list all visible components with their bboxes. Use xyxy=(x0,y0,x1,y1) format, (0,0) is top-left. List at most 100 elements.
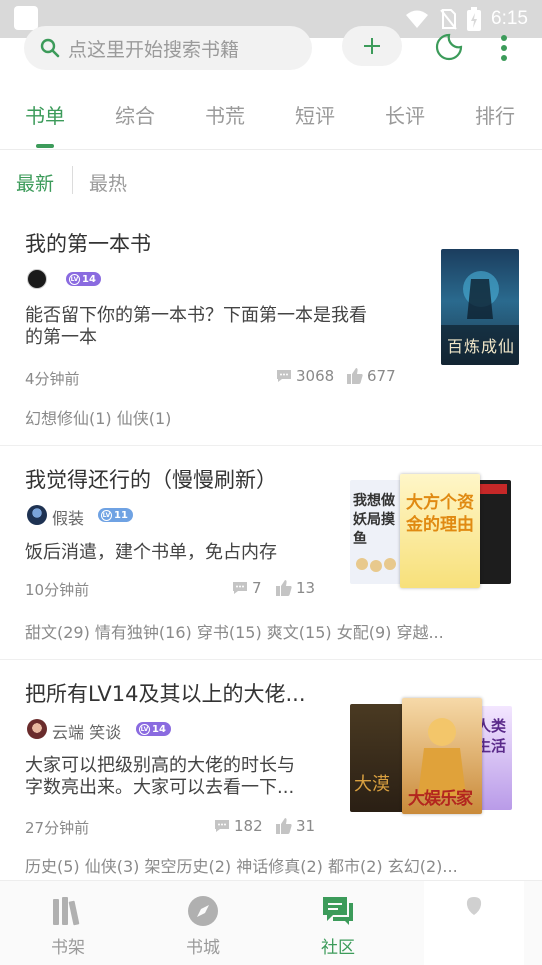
cover-title: 我想做妖局摸鱼 xyxy=(353,493,395,547)
comment-count[interactable]: 3068 xyxy=(276,367,334,385)
comment-icon xyxy=(233,582,247,594)
like-count-value: 31 xyxy=(296,817,316,835)
moon-icon xyxy=(435,33,463,61)
nav-bookstore-label: 书城 xyxy=(186,938,220,958)
nav-bookshelf-label: 书架 xyxy=(51,938,85,958)
thumbs-up-icon xyxy=(276,818,292,834)
comment-count[interactable]: 7 xyxy=(232,579,262,597)
avatar xyxy=(27,269,47,289)
add-button[interactable] xyxy=(342,26,402,66)
level-icon: LV xyxy=(69,273,80,285)
avatar xyxy=(27,719,47,739)
compass-icon xyxy=(188,896,218,926)
book-cover[interactable]: 百炼成仙 xyxy=(441,249,519,365)
booklist-title: 我的第一本书 xyxy=(25,232,151,256)
level-icon: LV xyxy=(101,509,112,521)
comment-count-value: 7 xyxy=(252,579,262,597)
post-time: 10分钟前 xyxy=(25,581,90,599)
status-icons: 6:15 xyxy=(405,5,528,33)
tab-book-shortage[interactable]: 书荒 xyxy=(205,100,245,129)
tab-booklist[interactable]: 书单 xyxy=(25,100,65,129)
comment-count-value: 3068 xyxy=(296,367,335,385)
level-value: 11 xyxy=(114,509,128,521)
book-cover[interactable]: 我想做妖局摸鱼 xyxy=(350,480,406,584)
plus-icon xyxy=(364,38,380,54)
search-placeholder: 点这里开始搜索书籍 xyxy=(68,38,240,61)
like-count-value: 677 xyxy=(367,367,396,385)
author-name: 假装 xyxy=(52,509,85,528)
battery-icon xyxy=(467,7,482,31)
filter-newest[interactable]: 最新 xyxy=(16,169,54,196)
tab-long-review[interactable]: 长评 xyxy=(385,100,425,129)
nav-bookshelf[interactable]: 书架 xyxy=(18,881,118,965)
description-line: 的第一本 xyxy=(25,327,97,348)
booklist-title: 把所有LV14及其以上的大佬... xyxy=(25,682,306,706)
description-line: 饭后消遣，建个书单，免占内存 xyxy=(25,542,277,563)
list-item[interactable]: 我觉得还行的（慢慢刷新） 假装 LV 11 饭后消遣，建个书单，免占内存 10分… xyxy=(0,446,542,660)
thumbs-up-icon xyxy=(347,368,363,384)
booklist-tags: 甜文(29) 情有独钟(16) 穿书(15) 爽文(15) 女配(9) 穿越..… xyxy=(25,623,444,642)
status-time: 6:15 xyxy=(491,8,528,29)
level-value: 14 xyxy=(82,273,96,285)
book-cover[interactable]: 大漠 xyxy=(350,704,408,812)
thumbs-up-icon xyxy=(276,580,292,596)
tab-short-review[interactable]: 短评 xyxy=(295,100,335,129)
more-vertical-icon xyxy=(501,35,507,61)
booklist-tags: 历史(5) 仙侠(3) 架空历史(2) 神话修真(2) 都市(2) 玄幻(2).… xyxy=(25,857,458,876)
author-name: 云端 笑谈 xyxy=(52,723,122,742)
bottom-navigation: 书架 书城 社区 xyxy=(0,880,542,965)
cover-title: 大漠 xyxy=(354,774,390,795)
booklist-tags: 幻想修仙(1) 仙侠(1) xyxy=(25,409,172,428)
search-icon xyxy=(40,38,60,58)
booklist-description: 大家可以把级别高的大佬的时长与 字数亮出来。大家可以去看一下... xyxy=(25,755,295,799)
user-icon xyxy=(466,897,482,915)
like-count[interactable]: 677 xyxy=(347,367,396,385)
more-button[interactable] xyxy=(494,34,514,62)
booklist-description: 能否留下你的第一本书？下面第一本是我看 的第一本 xyxy=(25,305,367,349)
post-time: 27分钟前 xyxy=(25,819,90,837)
filter-divider xyxy=(72,166,73,194)
notification-icon xyxy=(14,6,38,30)
filter-hottest[interactable]: 最热 xyxy=(89,169,127,196)
booklist-description: 饭后消遣，建个书单，免占内存 xyxy=(25,542,277,564)
description-line: 大家可以把级别高的大佬的时长与 xyxy=(25,755,295,776)
category-tabs: 书单 综合 书荒 短评 长评 排行 xyxy=(0,94,542,150)
nav-community-label: 社区 xyxy=(321,938,355,958)
level-value: 14 xyxy=(152,723,166,735)
sort-filter: 最新 最热 xyxy=(0,162,542,198)
level-badge: LV 14 xyxy=(136,722,171,736)
nav-bookstore[interactable]: 书城 xyxy=(153,881,253,965)
avatar xyxy=(27,505,47,525)
description-line: 字数亮出来。大家可以去看一下... xyxy=(25,777,295,798)
nav-community[interactable]: 社区 xyxy=(288,881,388,965)
list-item[interactable]: 把所有LV14及其以上的大佬... 云端 笑谈 LV 14 大家可以把级别高的大… xyxy=(0,660,542,880)
search-input[interactable]: 点这里开始搜索书籍 xyxy=(24,26,312,70)
cover-title: 大方个资金的理由 xyxy=(406,493,474,535)
level-badge: LV 11 xyxy=(98,508,133,522)
bookshelf-icon xyxy=(53,897,80,926)
like-count[interactable]: 31 xyxy=(276,817,315,835)
like-count-value: 13 xyxy=(296,579,316,597)
level-icon: LV xyxy=(139,723,150,735)
level-badge: LV 14 xyxy=(66,272,101,286)
night-mode-button[interactable] xyxy=(432,30,466,64)
comment-icon xyxy=(277,370,291,382)
wifi-icon xyxy=(406,10,429,28)
chat-icon xyxy=(323,897,353,925)
tab-indicator xyxy=(36,144,54,148)
tab-ranking[interactable]: 排行 xyxy=(475,100,515,129)
list-item[interactable]: 我的第一本书 LV 14 能否留下你的第一本书？下面第一本是我看 的第一本 4分… xyxy=(0,208,542,446)
cover-title: 大娱乐家 xyxy=(408,789,473,809)
cover-title: 百炼成仙 xyxy=(447,337,516,356)
booklist-title: 我觉得还行的（慢慢刷新） xyxy=(25,468,277,492)
no-sim-icon xyxy=(440,9,457,30)
comment-count[interactable]: 182 xyxy=(214,817,263,835)
nav-profile[interactable] xyxy=(424,881,524,965)
comment-count-value: 182 xyxy=(234,817,263,835)
comment-icon xyxy=(215,820,229,832)
tab-general[interactable]: 综合 xyxy=(115,100,155,129)
book-cover[interactable]: 大方个资金的理由 xyxy=(400,474,480,588)
like-count[interactable]: 13 xyxy=(276,579,315,597)
description-line: 能否留下你的第一本书？下面第一本是我看 xyxy=(25,305,367,326)
book-cover[interactable]: 大娱乐家 xyxy=(402,698,482,814)
